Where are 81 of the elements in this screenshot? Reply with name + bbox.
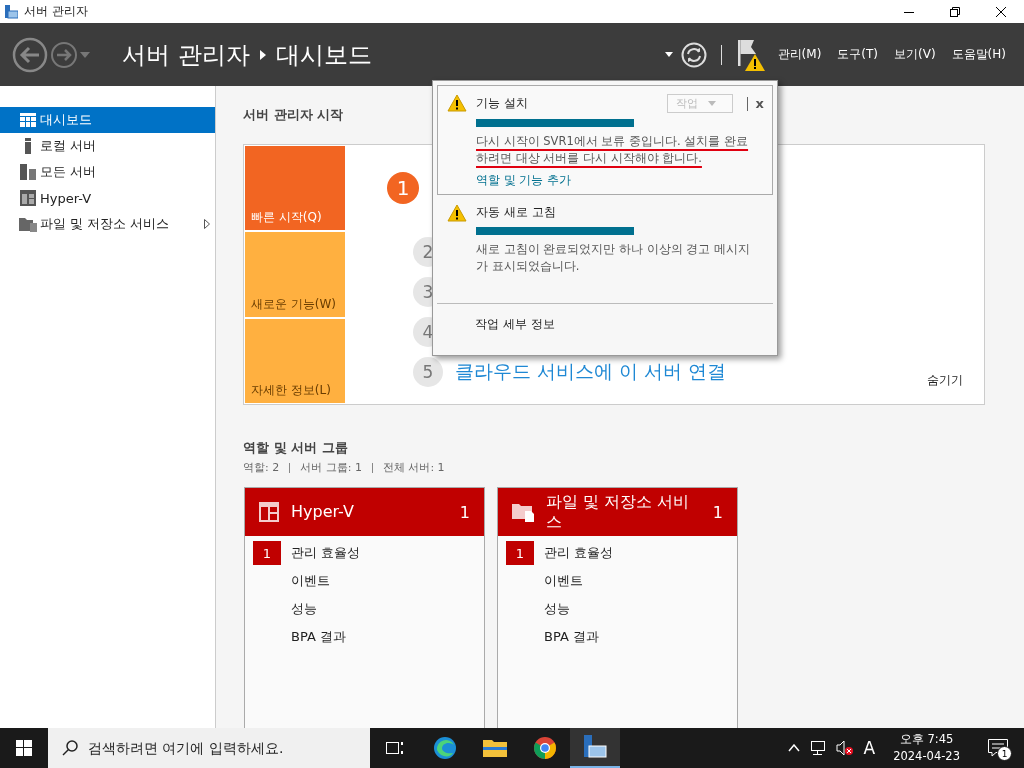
- role-tile-count: 1: [712, 502, 723, 522]
- search-field[interactable]: 검색하려면 여기에 입력하세요.: [48, 728, 370, 768]
- quick-start-tab[interactable]: 자세한 정보(L): [245, 318, 345, 403]
- breadcrumb-arrow-icon: [259, 49, 266, 60]
- role-tile-item[interactable]: 성능: [291, 600, 317, 618]
- volume-muted-icon[interactable]: [835, 740, 854, 756]
- summary-count: 서버 그룹: 1: [300, 460, 362, 475]
- role-tile-item[interactable]: 관리 효율성: [544, 544, 614, 562]
- hide-link[interactable]: 숨기기: [927, 372, 963, 389]
- browser-icon[interactable]: [433, 736, 457, 760]
- clock[interactable]: 오후 7:45 2024-04-23: [885, 731, 968, 765]
- chevron-up-icon[interactable]: [787, 744, 800, 752]
- role-tile-item[interactable]: 이벤트: [291, 572, 330, 590]
- close-icon[interactable]: [996, 6, 1006, 17]
- sidebar-item[interactable]: 대시보드: [0, 107, 215, 133]
- menu-item[interactable]: 보기(V): [890, 44, 940, 65]
- role-tile-item[interactable]: BPA 결과: [291, 628, 346, 646]
- step-number: 5: [413, 357, 443, 387]
- breadcrumb-item[interactable]: 대시보드: [275, 38, 372, 71]
- summary-count: 역할: 2: [243, 460, 280, 475]
- folder-icon: [19, 216, 37, 232]
- server-icon: [25, 138, 31, 154]
- servers-icon: [20, 164, 36, 180]
- close-button[interactable]: x: [746, 96, 764, 111]
- windows-logo-icon[interactable]: [16, 740, 32, 756]
- expand-icon[interactable]: [204, 219, 210, 229]
- role-tile-header[interactable]: 파일 및 저장소 서비스 1: [498, 488, 737, 536]
- restore-icon[interactable]: [950, 6, 960, 17]
- back-icon[interactable]: [12, 36, 48, 73]
- taskbar-button[interactable]: [570, 728, 620, 768]
- round-browser-icon[interactable]: [533, 736, 557, 760]
- quick-start-tab[interactable]: 새로운 기능(W): [245, 232, 345, 317]
- step-number: 1: [387, 172, 419, 204]
- menu-item[interactable]: 도구(T): [833, 44, 883, 65]
- notification-message: 다시 시작이 SVR1에서 보류 중입니다. 설치를 완료하려면 대상 서버를 다시 시작해야 합니다.: [476, 133, 750, 167]
- sidebar-item[interactable]: 로컬 서버: [0, 133, 215, 159]
- sidebar-item[interactable]: Hyper-V: [0, 185, 215, 211]
- notification-message: 새로 고침이 완료되었지만 하나 이상의 경고 메시지가 표시되었습니다.: [476, 241, 751, 275]
- alert-count: 1: [506, 541, 534, 565]
- caret-icon: [707, 101, 716, 106]
- notification-icon[interactable]: [988, 739, 1008, 757]
- notification-title: 기능 설치: [476, 95, 529, 112]
- sidebar-item[interactable]: 파일 및 저장소 서비스: [0, 211, 215, 237]
- role-tile-count: 1: [459, 502, 470, 522]
- refresh-icon[interactable]: [680, 41, 707, 68]
- alert-count: 1: [253, 541, 281, 565]
- hyper-v-icon: [20, 190, 36, 206]
- dashboard-icon: [20, 113, 36, 127]
- flag-warning-icon[interactable]: [735, 37, 766, 72]
- section-title: 서버 관리자 시작: [243, 106, 344, 124]
- summary-count: 전체 서버: 1: [382, 460, 445, 475]
- role-tile-item[interactable]: 관리 효율성: [291, 544, 361, 562]
- folder-icon[interactable]: [483, 738, 507, 758]
- window-title: 서버 관리자: [24, 3, 89, 20]
- add-roles-link[interactable]: 역할 및 기능 추가: [476, 173, 764, 188]
- breadcrumb-item[interactable]: 서버 관리자: [122, 38, 250, 71]
- section-title: 역할 및 서버 그룹: [243, 439, 348, 457]
- role-tile-title: 파일 및 저장소 서비스: [546, 492, 691, 532]
- task-details-link[interactable]: 작업 세부 정보: [475, 317, 555, 331]
- menu-item[interactable]: 도움말(H): [947, 44, 1010, 65]
- server-icon: [582, 735, 608, 759]
- role-tile-item[interactable]: 성능: [544, 600, 570, 618]
- notification-count: 1: [997, 746, 1012, 761]
- task-view-icon[interactable]: [386, 740, 404, 756]
- hyper-v-icon: [259, 502, 279, 522]
- folder-icon: [512, 502, 534, 522]
- caret-icon[interactable]: [664, 52, 673, 57]
- sidebar-item[interactable]: 모든 서버: [0, 159, 215, 185]
- network-icon[interactable]: [809, 740, 826, 756]
- step-link[interactable]: 클라우드 서비스에 이 서버 연결: [455, 359, 727, 385]
- menu-item[interactable]: 관리(M): [773, 44, 826, 65]
- warning-icon: [447, 204, 467, 222]
- role-tile-header[interactable]: Hyper-V 1: [245, 488, 484, 536]
- app-icon: [4, 4, 18, 19]
- forward-icon[interactable]: [50, 40, 78, 69]
- role-tile-item[interactable]: 이벤트: [544, 572, 583, 590]
- role-tile-title: Hyper-V: [291, 502, 355, 522]
- input-indicator[interactable]: A: [863, 738, 876, 758]
- warning-icon: [447, 94, 467, 112]
- role-tile-item[interactable]: BPA 결과: [544, 628, 599, 646]
- notification-title: 자동 새로 고침: [476, 204, 557, 221]
